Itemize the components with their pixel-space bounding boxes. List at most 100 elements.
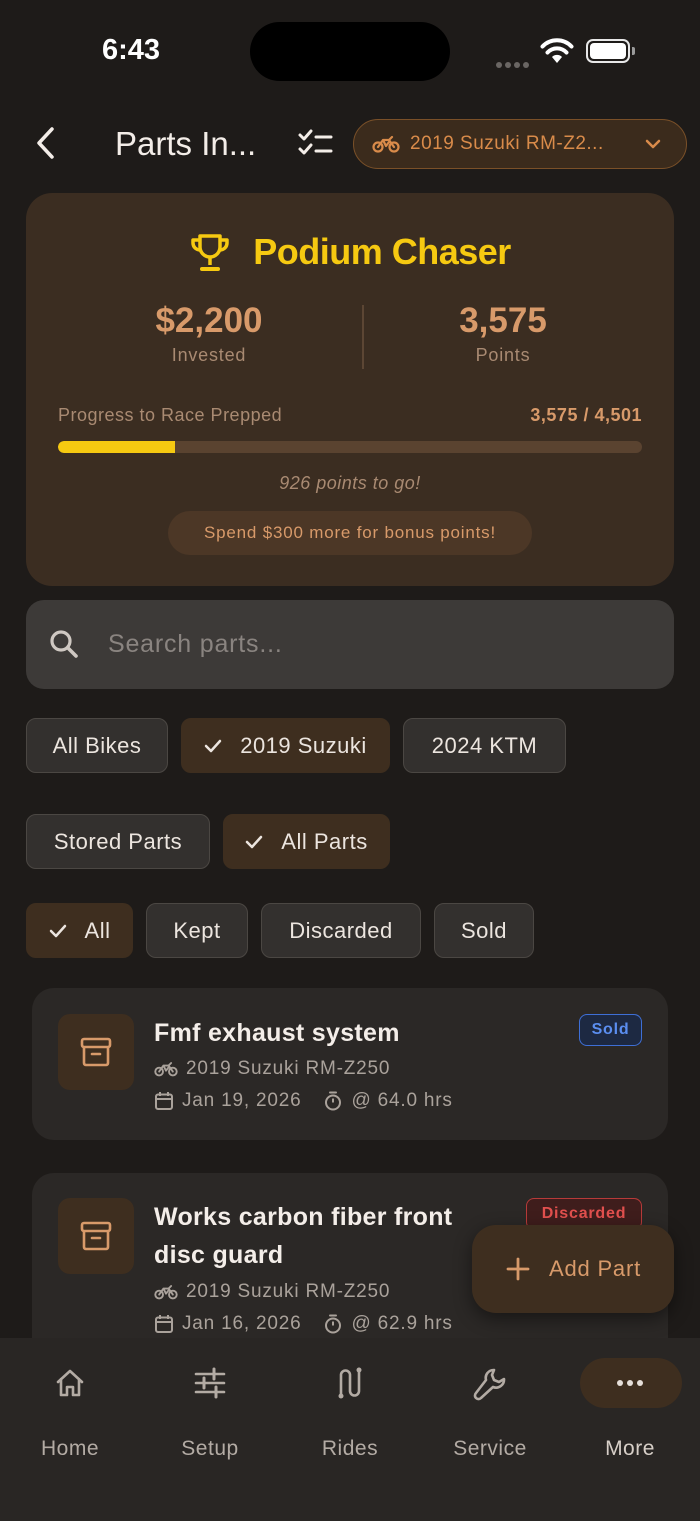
stat-divider xyxy=(362,305,364,369)
filter-chip-2019-suzuki[interactable]: 2019 Suzuki xyxy=(181,718,390,773)
checkmark-icon xyxy=(49,924,67,938)
invested-value: $2,200 xyxy=(155,301,263,340)
motorcycle-icon xyxy=(154,1284,178,1300)
search-icon xyxy=(50,630,78,658)
tab-rides[interactable]: Rides xyxy=(280,1356,420,1460)
chip-label: Sold xyxy=(460,917,508,943)
chip-label: 2024 KTM xyxy=(431,732,538,758)
part-date-hours: Jan 16, 2026 @ 62.9 hrs xyxy=(154,1313,453,1335)
points-stat: 3,575 Points xyxy=(378,301,628,366)
calendar-icon xyxy=(154,1091,174,1111)
tab-setup[interactable]: Setup xyxy=(140,1356,280,1460)
trophy-icon xyxy=(191,234,229,271)
tab-label: More xyxy=(605,1437,655,1460)
archive-box-icon xyxy=(80,1221,112,1251)
chip-label: Discarded xyxy=(289,917,393,943)
points-to-go: 926 points to go! xyxy=(279,473,421,493)
tab-home[interactable]: Home xyxy=(0,1356,140,1460)
chevron-down-icon xyxy=(645,139,661,149)
rewards-tier: Podium Chaser xyxy=(26,231,674,273)
checkmark-icon xyxy=(245,835,263,849)
progress-bar xyxy=(58,441,642,453)
chip-label: 2019 Suzuki xyxy=(240,732,367,758)
chip-label: All Bikes xyxy=(52,732,142,758)
motorcycle-icon xyxy=(154,1061,178,1077)
tab-label: Rides xyxy=(321,1437,379,1460)
cellular-signal-icon xyxy=(496,55,532,73)
motorcycle-icon xyxy=(372,135,400,153)
part-date-hours: Jan 19, 2026 @ 64.0 hrs xyxy=(154,1090,453,1112)
tab-service[interactable]: Service xyxy=(420,1356,560,1460)
search-bar xyxy=(26,600,674,689)
page-title: Parts In... xyxy=(115,125,257,162)
rewards-card: Podium Chaser $2,200 Invested 3,575 Poin… xyxy=(26,193,674,586)
plus-icon xyxy=(506,1257,530,1281)
part-date: Jan 19, 2026 xyxy=(182,1090,302,1111)
points-label: Points xyxy=(475,345,531,365)
filter-chip-stored-parts[interactable]: Stored Parts xyxy=(26,814,210,869)
part-bike: 2019 Suzuki RM-Z250 xyxy=(154,1281,390,1303)
part-thumbnail xyxy=(58,1014,134,1090)
more-icon xyxy=(560,1366,700,1400)
part-hours: @ 62.9 hrs xyxy=(351,1313,453,1334)
search-input[interactable] xyxy=(108,622,648,666)
progress-value: 3,575 / 4,501 xyxy=(530,405,642,425)
checklist-icon xyxy=(298,129,333,155)
navigation-bar: Parts In... 2019 Suzuki RM-Z2... xyxy=(0,100,700,188)
checklist-button[interactable] xyxy=(296,126,336,162)
tab-label: Service xyxy=(453,1437,527,1460)
part-bike: 2019 Suzuki RM-Z250 xyxy=(154,1058,390,1080)
filter-chip-all-bikes[interactable]: All Bikes xyxy=(26,718,168,773)
chip-label: Kept xyxy=(173,917,221,943)
filter-chip-all-parts[interactable]: All Parts xyxy=(223,814,390,869)
part-hours: @ 64.0 hrs xyxy=(351,1090,453,1111)
route-icon xyxy=(280,1366,420,1400)
status-bar: 6:43 xyxy=(0,0,700,100)
battery-icon xyxy=(586,39,630,63)
dynamic-island xyxy=(250,22,450,81)
part-date: Jan 16, 2026 xyxy=(182,1313,302,1334)
status-time: 6:43 xyxy=(102,34,161,66)
part-bike-name: 2019 Suzuki RM-Z250 xyxy=(186,1281,391,1302)
tab-label: Home xyxy=(40,1437,100,1460)
wifi-icon xyxy=(540,38,574,69)
add-part-button[interactable]: Add Part xyxy=(472,1225,674,1313)
part-title-line: Works carbon fiber front xyxy=(154,1203,453,1231)
part-bike-name: 2019 Suzuki RM-Z250 xyxy=(186,1058,391,1079)
invested-stat: $2,200 Invested xyxy=(84,301,334,366)
invested-label: Invested xyxy=(171,345,247,365)
calendar-icon xyxy=(154,1314,174,1334)
parts-scroll-area[interactable]: Podium Chaser $2,200 Invested 3,575 Poin… xyxy=(0,188,700,1338)
points-value: 3,575 xyxy=(459,301,547,340)
chip-label: Stored Parts xyxy=(53,828,183,854)
progress-label: Progress to Race Prepped xyxy=(58,405,283,425)
part-card[interactable]: Fmf exhaust system 2019 Suzuki RM-Z250 J… xyxy=(32,988,668,1140)
bonus-hint: Spend $300 more for bonus points! xyxy=(168,511,532,555)
bike-selector-label: 2019 Suzuki RM-Z2... xyxy=(410,133,604,154)
chip-label: All Parts xyxy=(281,828,368,854)
part-title: Works carbon fiber front disc guard xyxy=(154,1198,452,1274)
filter-chip-discarded[interactable]: Discarded xyxy=(261,903,421,958)
part-title-line: disc guard xyxy=(154,1241,284,1269)
filter-chip-2024-ktm[interactable]: 2024 KTM xyxy=(403,718,566,773)
checkmark-icon xyxy=(204,739,222,753)
status-badge-sold: Sold xyxy=(579,1014,642,1046)
tier-name: Podium Chaser xyxy=(253,231,511,272)
sliders-icon xyxy=(140,1366,280,1400)
part-title: Fmf exhaust system xyxy=(154,1019,400,1047)
filter-chip-kept[interactable]: Kept xyxy=(146,903,248,958)
timer-icon xyxy=(323,1091,343,1111)
home-icon xyxy=(0,1366,140,1400)
bike-selector-dropdown[interactable]: 2019 Suzuki RM-Z2... xyxy=(353,119,687,169)
filter-chip-status-all[interactable]: All xyxy=(26,903,133,958)
progress-bar-fill xyxy=(58,441,175,453)
back-button[interactable] xyxy=(24,120,66,166)
archive-box-icon xyxy=(80,1037,112,1067)
part-thumbnail xyxy=(58,1198,134,1274)
chevron-left-icon xyxy=(37,127,54,159)
tab-more[interactable]: More xyxy=(560,1356,700,1460)
tab-label: Setup xyxy=(181,1437,239,1460)
timer-icon xyxy=(323,1314,343,1334)
filter-chip-sold[interactable]: Sold xyxy=(434,903,534,958)
wrench-icon xyxy=(420,1366,560,1402)
